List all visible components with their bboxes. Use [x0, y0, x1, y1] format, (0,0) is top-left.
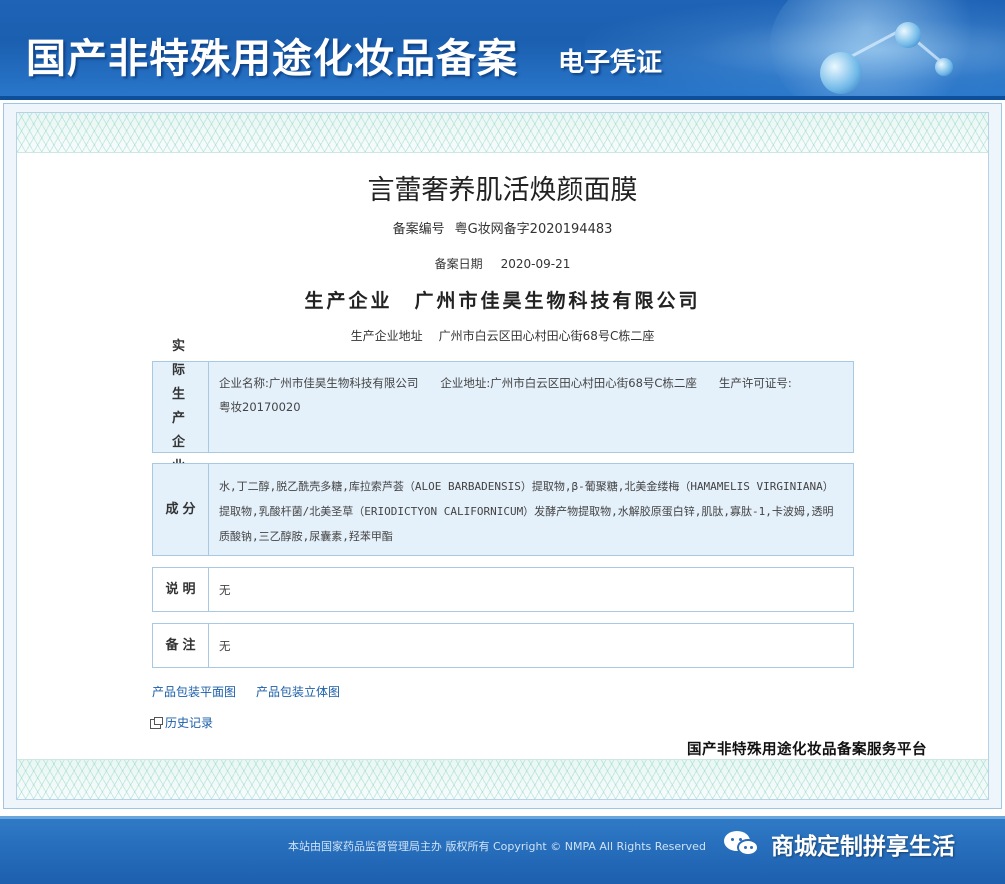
- molecule-sphere: [935, 58, 953, 76]
- ingredients-section: 成分 水,丁二醇,脱乙酰壳多糖,库拉索芦荟（ALOE BARBADENSIS）提…: [152, 463, 854, 556]
- description-section: 说明 无: [152, 567, 854, 612]
- license-number: 粤妆20170020: [219, 400, 301, 414]
- actual-producer-content: 企业名称:广州市佳昊生物科技有限公司 企业地址:广州市白云区田心村田心街68号C栋…: [209, 362, 853, 452]
- globe-graphic: [770, 0, 1005, 100]
- wechat-eye: [731, 838, 734, 841]
- record-date: 2020-09-21: [500, 257, 571, 271]
- footer: 本站由国家药品监督管理局主办 版权所有 Copyright © NMPA All…: [0, 816, 1005, 884]
- license-label: 生产许可证号:: [718, 376, 792, 390]
- package-flat-link[interactable]: 产品包装平面图: [152, 685, 236, 699]
- wechat-icon: [724, 829, 762, 859]
- guilloche-border-bottom: [17, 759, 988, 799]
- company-address: 广州市白云区田心村田心街68号C栋二座: [490, 376, 697, 390]
- company-name: 广州市佳昊生物科技有限公司: [268, 376, 419, 390]
- ingredients-content: 水,丁二醇,脱乙酰壳多糖,库拉索芦荟（ALOE BARBADENSIS）提取物,…: [219, 480, 834, 543]
- header-banner: 国产非特殊用途化妆品备案 电子凭证: [0, 0, 1005, 100]
- wechat-eye: [744, 846, 747, 849]
- record-number: 粤G妆网备字2020194483: [454, 222, 613, 237]
- package-3d-link[interactable]: 产品包装立体图: [256, 685, 340, 699]
- wechat-bubble: [737, 839, 759, 856]
- history-label: 历史记录: [165, 716, 214, 730]
- actual-producer-section: 实际生产企业 企业名称:广州市佳昊生物科技有限公司 企业地址:广州市白云区田心村田…: [152, 339, 854, 474]
- manufacturer-address: 广州市白云区田心村田心街68号C栋二座: [438, 329, 655, 343]
- certificate-frame: [3, 103, 1002, 809]
- remarks-label: 备注: [153, 624, 209, 667]
- record-date-label: 备案日期: [434, 257, 483, 271]
- remarks-section: 备注 无: [152, 623, 854, 668]
- wechat-eye: [750, 846, 753, 849]
- description-label: 说明: [153, 568, 209, 611]
- header-title: 国产非特殊用途化妆品备案: [26, 36, 518, 82]
- actual-producer-label: 实际生产企业: [153, 339, 209, 474]
- watermark-text: 商城定制拼享生活: [771, 834, 955, 860]
- manufacturer-name: 广州市佳昊生物科技有限公司: [414, 290, 701, 312]
- header-subtitle: 电子凭证: [558, 48, 663, 78]
- molecule-sphere: [895, 22, 921, 48]
- record-date-line: 备案日期 2020-09-21: [0, 255, 1005, 272]
- record-number-label: 备案编号: [392, 222, 445, 237]
- product-name: 言蕾奢养肌活焕颜面膜: [367, 175, 638, 206]
- footer-copyright: 本站由国家药品监督管理局主办 版权所有 Copyright © NMPA All…: [288, 840, 706, 853]
- address-line: 生产企业地址 广州市白云区田心村田心街68号C栋二座: [0, 327, 1005, 344]
- remarks-value: 无: [219, 638, 231, 653]
- package-links: 产品包装平面图 产品包装立体图: [152, 683, 360, 700]
- description-value: 无: [219, 582, 231, 597]
- manufacturer-label: 生产企业: [304, 290, 393, 312]
- guilloche-border-top: [17, 113, 988, 153]
- address-label: 生产企业地址: [350, 329, 423, 343]
- window-icon: [150, 716, 163, 729]
- molecule-sphere: [820, 52, 862, 94]
- record-number-line: 备案编号 粤G妆网备字2020194483: [0, 218, 1005, 237]
- manufacturer-line: 生产企业 广州市佳昊生物科技有限公司: [0, 286, 1005, 313]
- platform-title: 国产非特殊用途化妆品备案服务平台: [687, 742, 927, 758]
- history-link[interactable]: 历史记录: [150, 714, 213, 731]
- ingredients-label: 成分: [153, 464, 209, 555]
- company-address-label: 企业地址:: [440, 376, 491, 390]
- company-name-label: 企业名称:: [219, 376, 269, 390]
- header-divider: [0, 96, 1005, 100]
